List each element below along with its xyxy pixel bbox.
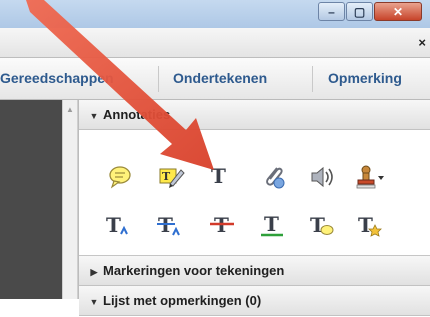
vertical-scrollbar[interactable]: ▲ [62,100,78,299]
menu-bar: × [0,28,430,58]
markup-title: Markeringen voor tekeningen [103,263,285,278]
scroll-up-arrow-icon[interactable]: ▲ [63,105,77,114]
attach-file-icon[interactable] [259,162,289,192]
tab-divider [158,66,159,92]
document-area [0,100,62,299]
tab-gereedschappen[interactable]: Gereedschappen [0,58,114,99]
comments-list-title: Lijst met opmerkingen (0) [103,293,262,308]
window-title-bar: – ▢ ✕ [0,0,430,28]
svg-text:T: T [264,212,279,236]
text-comment-icon[interactable]: T [307,210,337,240]
expanded-triangle-icon: ▼ [89,297,99,307]
replace-text-icon[interactable]: T [155,210,185,240]
tab-ondertekenen[interactable]: Ondertekenen [173,58,267,99]
strikethrough-icon[interactable]: T [207,210,237,240]
svg-text:T: T [162,170,171,183]
sticky-note-icon[interactable] [105,162,135,192]
markup-section-header[interactable]: ▶ Markeringen voor tekeningen [79,256,430,286]
svg-text:T: T [358,213,373,237]
close-document-button[interactable]: × [418,35,426,50]
tab-opmerking[interactable]: Opmerking [328,58,402,99]
collapsed-triangle-icon: ▶ [90,267,98,277]
underline-icon[interactable]: T [257,210,287,240]
text-note-icon[interactable]: T [355,210,385,240]
comment-panel: ▼ Annotaties T T T T T T ▶ Markeringen v… [78,100,430,316]
record-audio-icon[interactable] [307,162,337,192]
annotation-tools: T T T T T T [79,130,430,256]
insert-text-icon[interactable]: T [103,210,133,240]
close-window-button[interactable]: ✕ [374,2,422,21]
annotations-section-header[interactable]: ▼ Annotaties [79,100,430,130]
maximize-button[interactable]: ▢ [346,2,373,21]
minimize-button[interactable]: – [318,2,345,21]
stamp-icon[interactable] [355,162,385,192]
task-pane-toolbar: Gereedschappen Ondertekenen Opmerking [0,58,430,100]
add-text-icon[interactable]: T [211,164,226,188]
svg-text:T: T [106,213,121,237]
expanded-triangle-icon: ▼ [89,111,99,121]
annotations-title: Annotaties [103,107,171,122]
tab-divider [312,66,313,92]
highlight-text-icon[interactable]: T [156,162,186,192]
comments-list-section-header[interactable]: ▼ Lijst met opmerkingen (0) [79,286,430,316]
